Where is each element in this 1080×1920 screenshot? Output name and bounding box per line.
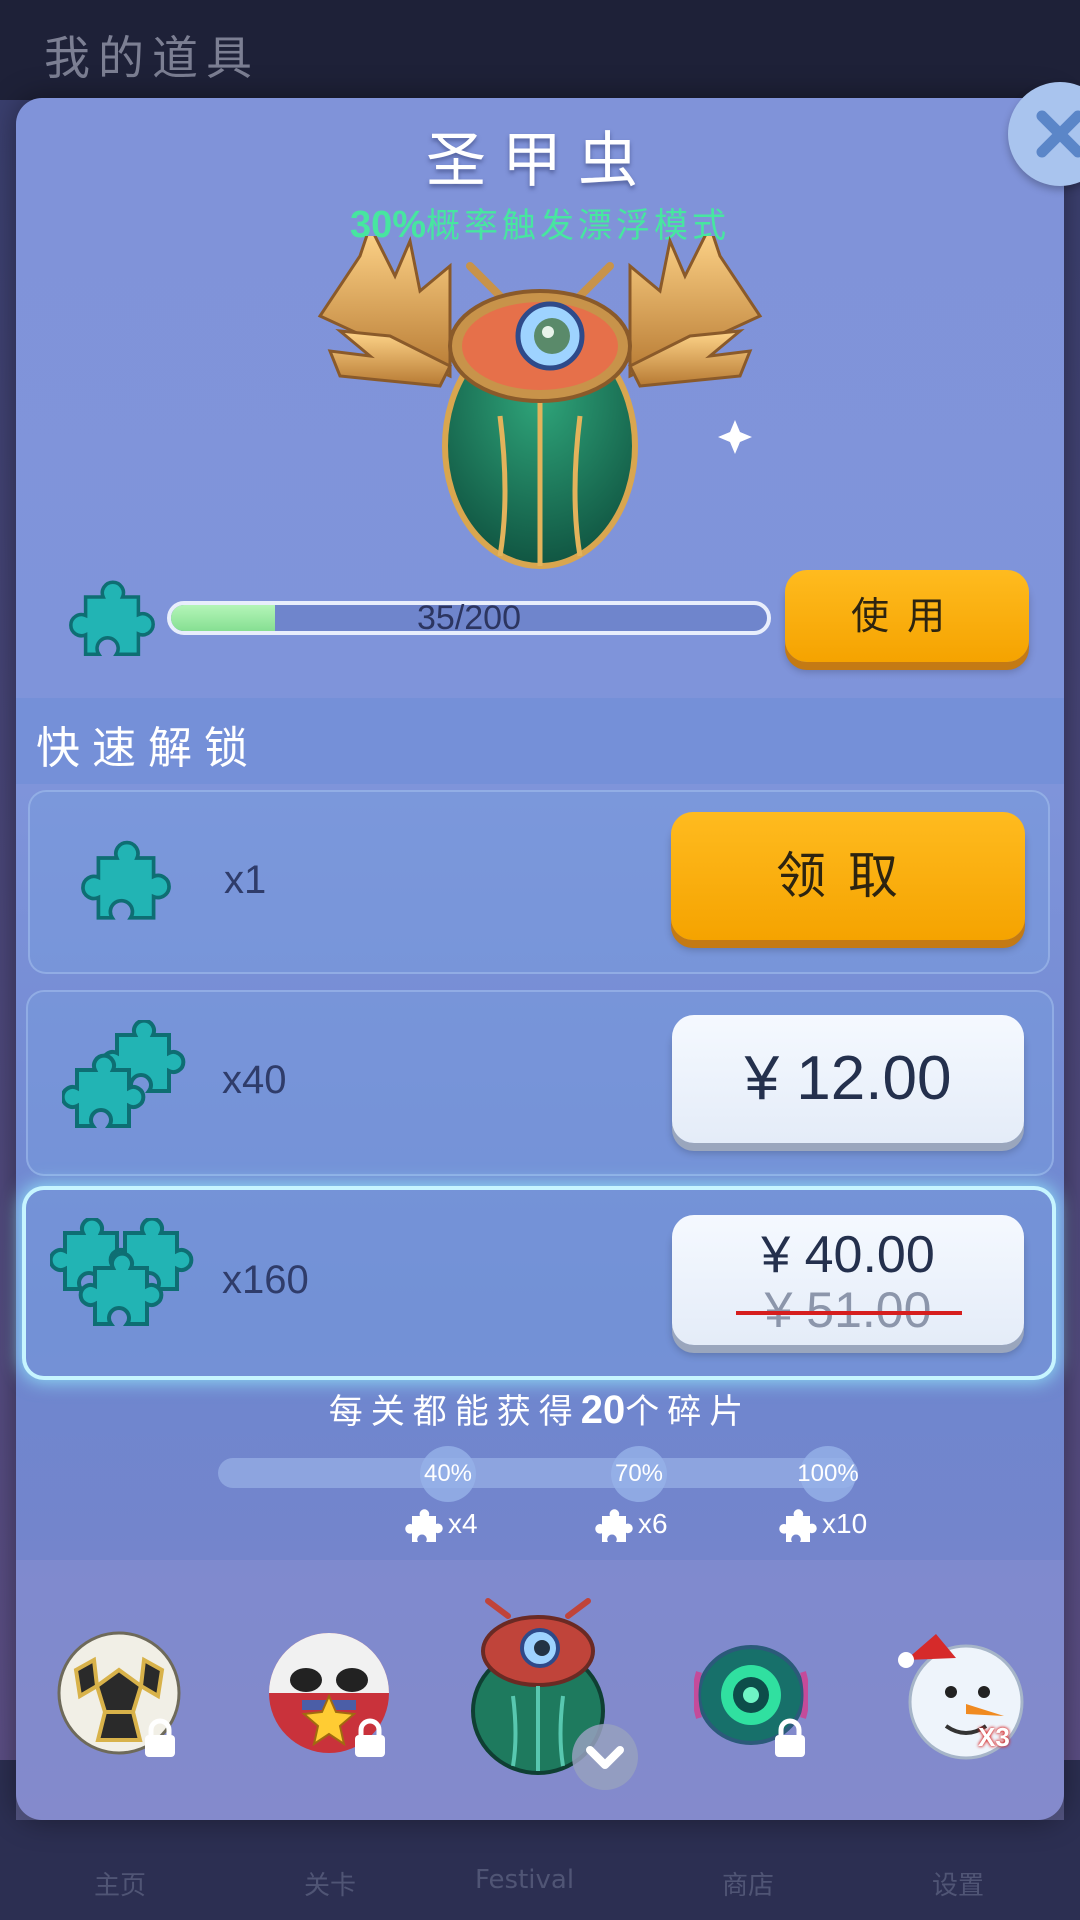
lock-icon: [145, 1718, 175, 1757]
per-level-text-post: 个碎片: [625, 1392, 752, 1432]
per-level-fragment-info: 每关都能获得20个碎片: [0, 1384, 1080, 1433]
puzzle-pieces-icon: [50, 1218, 194, 1326]
per-level-text-pre: 每关都能获得: [328, 1392, 581, 1432]
background-title: 我的道具: [44, 31, 260, 85]
current-price: ¥ 40.00: [761, 1226, 935, 1284]
milestone-reward: x6: [638, 1508, 668, 1539]
puzzle-piece-icon: [81, 840, 171, 920]
milestone-percent: 70%: [614, 1460, 664, 1487]
scarab-icon: [317, 236, 763, 569]
price-strikethrough: [736, 1311, 962, 1315]
puzzle-piece-icon: [779, 1509, 817, 1542]
collapse-button[interactable]: [572, 1724, 638, 1790]
nav-levels: 关卡: [304, 1871, 357, 1901]
nav-home: 主页: [94, 1871, 147, 1901]
milestone-reward: x10: [822, 1508, 868, 1539]
milestone-percent: 100%: [797, 1460, 859, 1487]
level-progress-track: [218, 1458, 858, 1488]
lock-icon: [775, 1718, 805, 1757]
chevron-down-icon: [586, 1746, 624, 1769]
milestone-reward: x4: [448, 1508, 478, 1539]
puzzle-piece-icon: [405, 1509, 443, 1542]
per-level-number: 20: [580, 1388, 626, 1432]
fragment-progress-bar: 35/200: [167, 599, 771, 637]
original-price: ¥ 51.00: [764, 1282, 932, 1338]
puzzle-piece-icon: [69, 580, 155, 656]
unlock-quantity: x1: [224, 858, 267, 902]
milestone-percent: 40%: [423, 1460, 473, 1487]
unlock-quantity: x40: [222, 1058, 287, 1102]
fragment-progress-text: 35/200: [417, 599, 521, 637]
puzzle-pieces-icon: [62, 1020, 186, 1128]
claim-button[interactable]: 领取: [671, 812, 1025, 940]
unlock-quantity: x160: [222, 1258, 309, 1302]
lock-icon: [355, 1718, 385, 1757]
nav-festival: Festival: [475, 1865, 575, 1895]
use-button[interactable]: 使用: [785, 570, 1029, 662]
puzzle-piece-icon: [595, 1509, 633, 1542]
nav-settings: 设置: [932, 1871, 985, 1901]
buy-160-fragments-button[interactable]: ¥ 40.00 ¥ 51.00: [672, 1215, 1024, 1345]
nav-shop: 商店: [722, 1871, 775, 1901]
item-title: 圣甲虫: [426, 126, 654, 196]
buy-40-fragments-button[interactable]: ¥ 12.00: [672, 1015, 1024, 1143]
skin-count-badge: X3: [978, 1722, 1010, 1752]
quick-unlock-title: 快速解锁: [36, 723, 260, 774]
